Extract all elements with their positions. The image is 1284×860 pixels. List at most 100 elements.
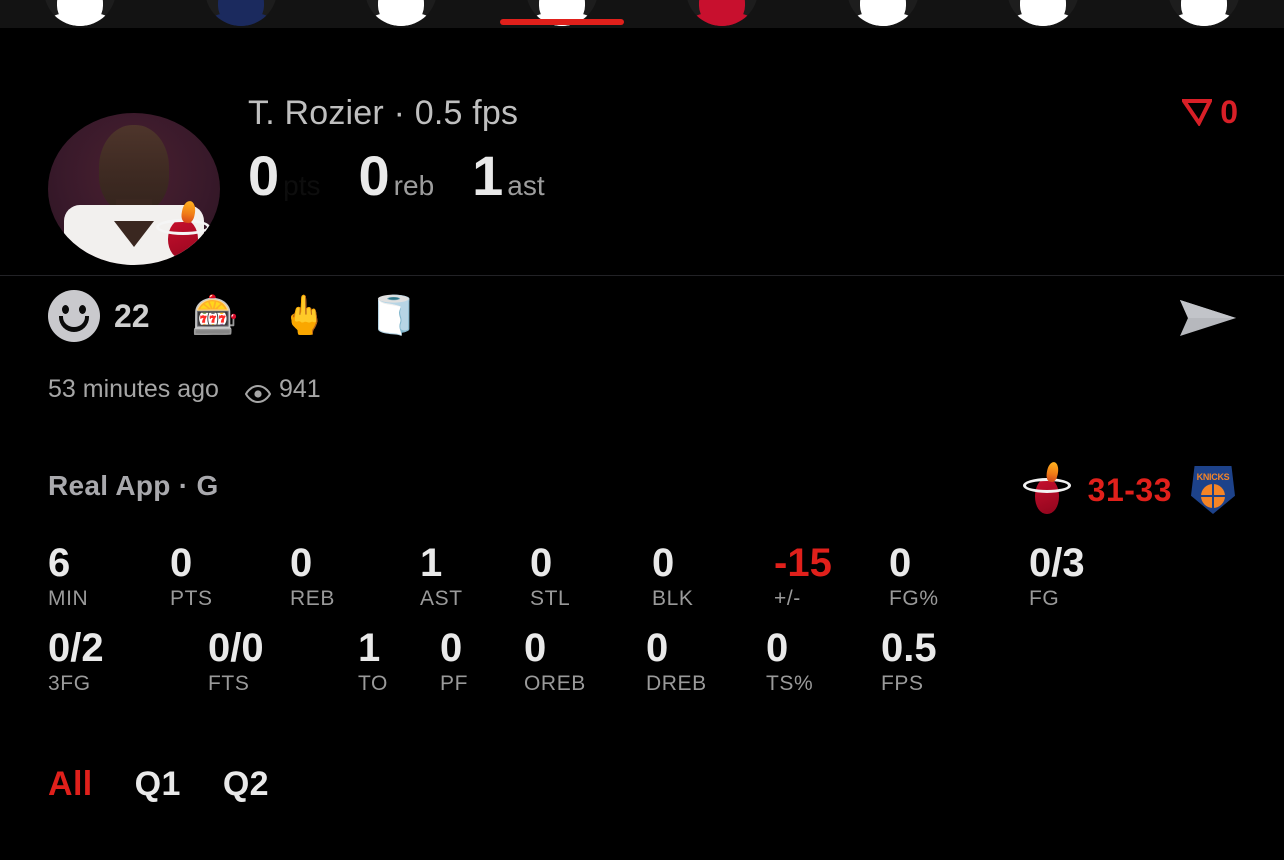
stat-label: FG bbox=[1029, 587, 1060, 611]
player-header: T. Rozier · 0.5 fps 0 pts 0 reb 1 ast 0 bbox=[0, 28, 1284, 276]
stat-dreb: 0 DREB bbox=[646, 626, 766, 696]
stat-label: BLK bbox=[652, 587, 694, 611]
story-avatar-1[interactable] bbox=[44, 0, 117, 26]
reaction-list: 22 🎰 🖕 🧻 bbox=[48, 290, 460, 342]
stat-label: MIN bbox=[48, 587, 89, 611]
quick-stat-label: pts bbox=[283, 170, 321, 201]
stat-: -15 +/- bbox=[774, 541, 889, 611]
stat-value: 0/0 bbox=[208, 626, 264, 671]
stat-label: FTS bbox=[208, 672, 250, 696]
story-avatar-7[interactable] bbox=[1007, 0, 1080, 26]
game-title[interactable]: Real App · G bbox=[48, 470, 219, 502]
stat-value: 0 bbox=[290, 541, 313, 585]
stat-fps: 0.5 FPS bbox=[881, 626, 1001, 696]
stat-label: AST bbox=[420, 587, 463, 611]
reaction-count: 22 bbox=[114, 297, 150, 334]
slot-machine-emoji[interactable]: 🎰 bbox=[192, 297, 239, 335]
stat-fg: 0/3 FG bbox=[1029, 541, 1149, 611]
stat-value: 0/3 bbox=[1029, 541, 1085, 585]
stat-blk: 0 BLK bbox=[652, 541, 774, 611]
stat-label: STL bbox=[530, 587, 571, 611]
scoreline[interactable]: 31-33 KNICKS bbox=[1022, 461, 1238, 518]
player-quick-stats: 0 pts 0 reb 1 ast bbox=[248, 148, 583, 204]
stat-value: 0 bbox=[524, 626, 547, 671]
quick-stat-label: ast bbox=[507, 170, 545, 201]
stat-value: 6 bbox=[48, 541, 71, 585]
story-avatar-8[interactable] bbox=[1167, 0, 1240, 26]
stat-reb: 0 REB bbox=[290, 541, 420, 611]
stat-label: REB bbox=[290, 587, 335, 611]
story-avatar-body bbox=[1010, 14, 1077, 26]
stat-label: 3FG bbox=[48, 672, 91, 696]
story-avatar-body bbox=[849, 14, 916, 26]
stat-label: TS% bbox=[766, 672, 814, 696]
stat-value: 0 bbox=[440, 626, 463, 671]
player-name-line: T. Rozier · 0.5 fps bbox=[248, 94, 519, 132]
box-score-stats: 6 MIN 0 PTS 0 REB 1 AST 0 STL 0 BLK -15 +/- 0 FG% 0/3 FG … bbox=[48, 541, 1238, 712]
stat-value: 0/2 bbox=[48, 626, 104, 671]
stat-value: 0 bbox=[652, 541, 675, 585]
stat-3fg: 0/2 3FG bbox=[48, 626, 208, 696]
story-avatar-body bbox=[689, 14, 756, 26]
rank-badge: 0 bbox=[1180, 94, 1238, 130]
middle-finger-emoji[interactable]: 🖕 bbox=[281, 297, 328, 335]
story-avatar-body bbox=[47, 14, 114, 26]
stat-fts: 0/0 FTS bbox=[208, 626, 358, 696]
stat-ts: 0 TS% bbox=[766, 626, 881, 696]
stat-label: PF bbox=[440, 672, 469, 696]
stat-row: 0/2 3FG 0/0 FTS 1 TO 0 PF 0 OREB 0 DREB 0 TS% 0.5 FPS bbox=[48, 626, 1238, 696]
quick-stat-pts: 0 pts bbox=[248, 148, 321, 204]
story-avatar-body bbox=[368, 14, 435, 26]
stat-label: OREB bbox=[524, 672, 586, 696]
story-avatar-body bbox=[207, 14, 274, 26]
stat-value: 0 bbox=[889, 541, 912, 585]
active-story-indicator bbox=[499, 19, 624, 25]
story-avatar-3[interactable] bbox=[365, 0, 438, 26]
miami-heat-logo bbox=[1022, 461, 1072, 518]
story-avatar-body bbox=[1170, 14, 1237, 26]
toilet-paper-emoji[interactable]: 🧻 bbox=[370, 297, 417, 335]
score-value: 31-33 bbox=[1087, 471, 1172, 508]
stat-label: DREB bbox=[646, 672, 707, 696]
stat-value: 0.5 bbox=[881, 626, 937, 671]
down-arrow-icon bbox=[1180, 98, 1214, 127]
stat-min: 6 MIN bbox=[48, 541, 170, 611]
post-meta: 53 minutes ago 941 bbox=[48, 375, 321, 404]
story-avatar-strip[interactable] bbox=[0, 0, 1284, 28]
quick-stat-value: 0 bbox=[358, 144, 390, 207]
story-avatar-2[interactable] bbox=[204, 0, 277, 26]
quick-stat-value: 0 bbox=[248, 144, 280, 207]
stat-value: 0 bbox=[170, 541, 193, 585]
quick-stat-label: reb bbox=[393, 170, 435, 201]
stat-pts: 0 PTS bbox=[170, 541, 290, 611]
quarter-filter-tabs[interactable]: All Q1 Q2 bbox=[48, 765, 269, 804]
stat-label: +/- bbox=[774, 587, 801, 611]
quarter-tab-q2[interactable]: Q2 bbox=[223, 765, 269, 804]
quick-stat-reb: 0 reb bbox=[359, 148, 435, 204]
quarter-tab-q1[interactable]: Q1 bbox=[135, 765, 181, 804]
send-icon[interactable] bbox=[1178, 296, 1238, 340]
stat-label: PTS bbox=[170, 587, 213, 611]
stat-to: 1 TO bbox=[358, 626, 440, 696]
stat-value: 0 bbox=[766, 626, 789, 671]
view-count: 941 bbox=[278, 375, 321, 403]
stat-label: TO bbox=[358, 672, 388, 696]
stat-pf: 0 PF bbox=[440, 626, 524, 696]
stat-label: FG% bbox=[889, 587, 939, 611]
stat-oreb: 0 OREB bbox=[524, 626, 646, 696]
story-avatar-5[interactable] bbox=[686, 0, 759, 26]
stat-row: 6 MIN 0 PTS 0 REB 1 AST 0 STL 0 BLK -15 +/- 0 FG% 0/3 FG bbox=[48, 541, 1238, 611]
rank-value: 0 bbox=[1220, 94, 1238, 130]
stat-value: 1 bbox=[358, 626, 381, 671]
quarter-tab-all[interactable]: All bbox=[48, 765, 93, 804]
miami-heat-logo bbox=[152, 200, 214, 263]
timestamp: 53 minutes ago bbox=[48, 375, 219, 403]
stat-value: -15 bbox=[774, 541, 832, 585]
player-headshot[interactable] bbox=[48, 113, 220, 265]
smiley-face-icon[interactable] bbox=[48, 290, 100, 342]
stat-value: 0 bbox=[646, 626, 669, 671]
stat-value: 1 bbox=[420, 541, 443, 585]
stat-stl: 0 STL bbox=[530, 541, 652, 611]
stat-ast: 1 AST bbox=[420, 541, 530, 611]
story-avatar-6[interactable] bbox=[846, 0, 919, 26]
